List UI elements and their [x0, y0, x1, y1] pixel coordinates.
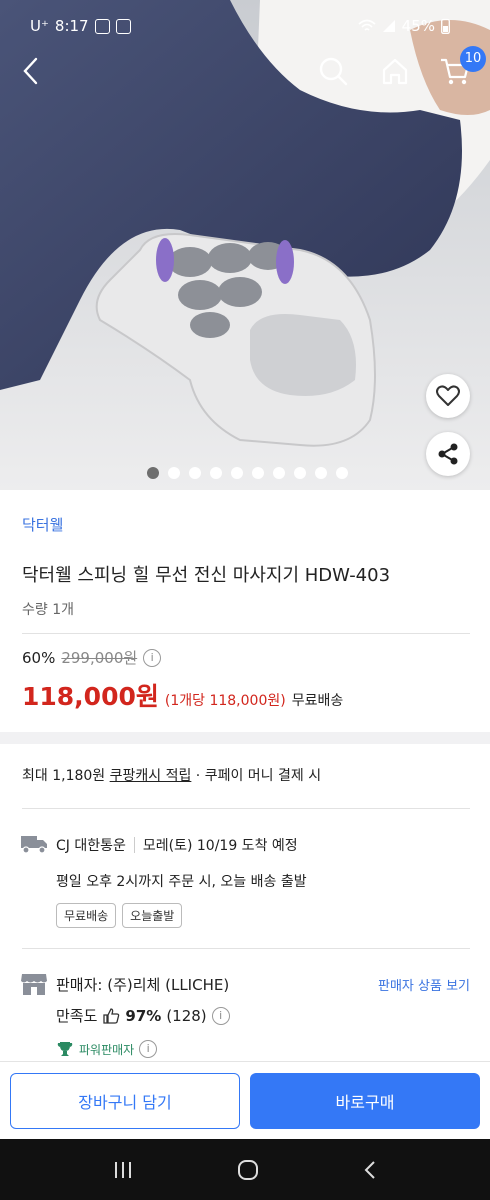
satisfaction-label: 만족도: [56, 1007, 98, 1025]
purchase-action-bar: 장바구니 담기 바로구매: [0, 1061, 490, 1139]
sale-price: 118,000원: [22, 682, 159, 711]
seller-products-link[interactable]: 판매자 상품 보기: [378, 975, 470, 994]
clock: 8:17: [54, 17, 89, 35]
wishlist-button[interactable]: [426, 374, 470, 418]
unit-price: (1개당 118,000원): [164, 693, 286, 709]
truck-icon: [21, 836, 47, 854]
carousel-dot[interactable]: [252, 467, 264, 479]
carousel-indicator: [147, 467, 348, 479]
maps-icon: [115, 18, 131, 34]
add-to-cart-button[interactable]: 장바구니 담기: [10, 1073, 240, 1129]
carousel-dot[interactable]: [273, 467, 285, 479]
thumbs-up-icon: [103, 1007, 120, 1024]
info-icon[interactable]: i: [139, 1040, 158, 1058]
tag-free-shipping: 무료배송: [56, 903, 117, 928]
seller-info: 판매자: (주)리체 (LLICHE): [56, 974, 229, 995]
power-seller-label: 파워판매자: [79, 1042, 135, 1057]
cart-button[interactable]: 10: [436, 46, 486, 90]
carousel-dot[interactable]: [315, 467, 327, 479]
divider: [22, 948, 470, 949]
cash-reward-row: 최대 1,180원 쿠팡캐시 적립 · 쿠페이 머니 결제 시: [22, 765, 321, 785]
cart-count-badge: 10: [460, 46, 486, 72]
review-count: (128): [166, 1006, 207, 1025]
section-separator: [0, 732, 490, 744]
divider: [22, 808, 470, 809]
delivery-eta: 모레(토) 10/19 도착 예정: [142, 838, 298, 854]
signal-icon: [382, 20, 395, 32]
seller-name: (주)리체 (LLICHE): [107, 976, 230, 994]
home-icon: [382, 58, 408, 85]
back-button[interactable]: [12, 52, 50, 90]
status-bar: U⁺ 8:17 45%: [0, 0, 490, 50]
carousel-dot[interactable]: [147, 467, 159, 479]
carousel-dot[interactable]: [294, 467, 306, 479]
product-title: 닥터웰 스피닝 힐 무선 전신 마사지기 HDW-403: [22, 565, 391, 586]
home-nav-icon[interactable]: [237, 1159, 259, 1181]
brand-link[interactable]: 닥터웰: [22, 514, 63, 535]
battery-percent: 45%: [401, 17, 435, 35]
notification-icon: [94, 18, 110, 34]
battery-icon: [441, 18, 450, 34]
quantity-label: 수량 1개: [22, 602, 74, 618]
product-photo: [0, 0, 490, 490]
delivery-note: 평일 오후 2시까지 주문 시, 오늘 배송 출발: [56, 874, 307, 890]
shipping-fee: 무료배송: [291, 693, 344, 709]
delivery-tags: 무료배송 오늘출발: [56, 903, 183, 928]
carousel-dot[interactable]: [210, 467, 222, 479]
satisfaction-value: 97%: [125, 1006, 162, 1025]
seller-label: 판매자:: [56, 976, 108, 994]
carousel-dot[interactable]: [231, 467, 243, 479]
divider: [22, 633, 470, 634]
delivery-carrier: CJ 대한통운: [56, 838, 126, 854]
carousel-dot[interactable]: [168, 467, 180, 479]
home-button[interactable]: [376, 52, 414, 90]
store-icon: [21, 974, 47, 995]
reward-suffix: · 쿠페이 머니 결제 시: [191, 768, 322, 784]
info-icon[interactable]: i: [143, 648, 162, 667]
back-arrow-icon: [23, 57, 38, 85]
price-row: 118,000원 (1개당 118,000원) 무료배송: [22, 677, 343, 713]
separator: [133, 837, 135, 853]
recent-apps-icon[interactable]: [112, 1160, 134, 1180]
product-image-carousel[interactable]: U⁺ 8:17 45% 10: [0, 0, 490, 490]
carousel-dot[interactable]: [336, 467, 348, 479]
satisfaction-row: 만족도 97% (128) i: [56, 1005, 230, 1026]
wifi-icon: [358, 19, 376, 31]
original-price: 299,000원: [61, 649, 138, 667]
tag-same-day-dispatch: 오늘출발: [122, 903, 183, 928]
search-icon: [319, 57, 348, 86]
share-button[interactable]: [426, 432, 470, 476]
buy-now-button[interactable]: 바로구매: [250, 1073, 480, 1129]
system-navigation-bar: [0, 1139, 490, 1200]
discount-row: 60% 299,000원 i: [22, 647, 162, 668]
search-button[interactable]: [314, 52, 352, 90]
trophy-icon: [57, 1042, 73, 1056]
heart-icon: [436, 385, 460, 406]
carrier-label: U⁺: [30, 17, 49, 35]
coupang-cash-link[interactable]: 쿠팡캐시 적립: [110, 768, 192, 784]
discount-rate: 60%: [22, 648, 56, 667]
info-icon[interactable]: i: [211, 1006, 230, 1025]
power-seller-badge: 파워판매자 i: [56, 1040, 158, 1058]
share-icon: [438, 443, 458, 465]
delivery-info: CJ 대한통운 모레(토) 10/19 도착 예정: [56, 835, 298, 855]
back-nav-icon[interactable]: [362, 1159, 378, 1181]
reward-prefix: 최대 1,180원: [22, 768, 110, 784]
carousel-dot[interactable]: [189, 467, 201, 479]
